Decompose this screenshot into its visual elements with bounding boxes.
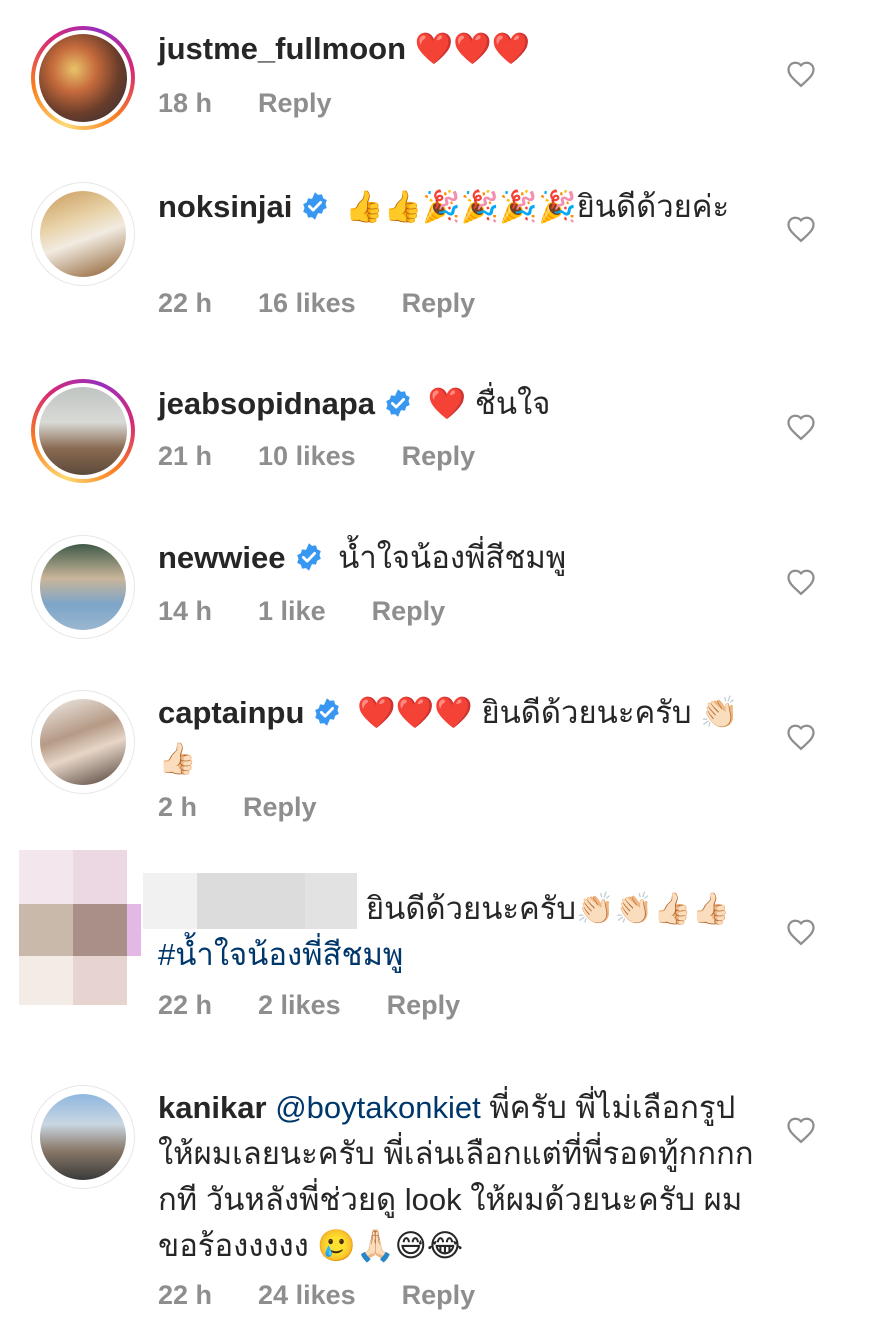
username[interactable]: justme_fullmoon <box>158 31 406 66</box>
verified-badge-icon <box>303 192 328 220</box>
reply-button[interactable]: Reply <box>387 990 461 1020</box>
comment-text: ❤️❤️❤️ <box>414 31 531 66</box>
username[interactable]: captainpu <box>158 695 304 730</box>
reply-button[interactable]: Reply <box>402 441 476 471</box>
comment-time: 22 h <box>158 288 213 318</box>
username[interactable]: jeabsopidnapa <box>158 386 375 421</box>
reply-button[interactable]: Reply <box>402 288 476 318</box>
username[interactable]: newwiee <box>158 540 286 575</box>
verified-badge-icon <box>296 543 321 571</box>
heart-outline-icon[interactable] <box>786 918 816 946</box>
avatar[interactable] <box>31 379 135 483</box>
likes-count[interactable]: 16 likes <box>258 288 356 318</box>
comment-text: ❤️ ชื่นใจ <box>427 386 551 421</box>
username[interactable]: noksinjai <box>158 189 292 224</box>
reply-button[interactable]: Reply <box>372 596 446 626</box>
comment-time: 18 h <box>158 88 213 118</box>
avatar[interactable] <box>31 690 135 794</box>
reply-button[interactable]: Reply <box>258 88 332 118</box>
comment-time: 22 h <box>158 1280 213 1310</box>
reply-button[interactable]: Reply <box>243 792 317 822</box>
likes-count[interactable]: 24 likes <box>258 1280 356 1310</box>
heart-outline-icon[interactable] <box>786 413 816 441</box>
heart-outline-icon[interactable] <box>786 723 816 751</box>
avatar[interactable] <box>31 1085 135 1189</box>
verified-badge-icon <box>386 389 410 417</box>
comment-text: ยินดีด้วยนะครับ👏🏻👏🏻👍🏻👍🏻 <box>366 891 731 926</box>
comment-time: 21 h <box>158 441 213 471</box>
likes-count[interactable]: 2 likes <box>258 990 341 1020</box>
comment-time: 2 h <box>158 792 198 822</box>
verified-badge-icon <box>315 698 340 726</box>
heart-outline-icon[interactable] <box>786 1116 816 1144</box>
comment-text: 👍👍🎉🎉🎉🎉ยินดีด้วยค่ะ <box>345 189 730 224</box>
reply-button[interactable]: Reply <box>402 1280 476 1310</box>
comment-time: 14 h <box>158 596 213 626</box>
heart-outline-icon[interactable] <box>786 60 816 88</box>
comment-time: 22 h <box>158 990 213 1020</box>
likes-count[interactable]: 1 like <box>258 596 326 626</box>
username[interactable]: kanikar <box>158 1090 267 1125</box>
avatar[interactable] <box>31 182 135 286</box>
likes-count[interactable]: 10 likes <box>258 441 356 471</box>
censored-avatar <box>19 850 141 1005</box>
avatar[interactable] <box>31 26 135 130</box>
censored-username <box>143 873 357 929</box>
comment-text: น้ำใจน้องพี่สีชมพู <box>338 540 567 575</box>
heart-outline-icon[interactable] <box>786 215 816 243</box>
heart-outline-icon[interactable] <box>786 568 816 596</box>
hashtag-link[interactable]: #น้ำใจน้องพี่สีชมพู <box>158 937 403 972</box>
mention-link[interactable]: @boytakonkiet <box>275 1090 481 1125</box>
avatar[interactable] <box>31 535 135 639</box>
